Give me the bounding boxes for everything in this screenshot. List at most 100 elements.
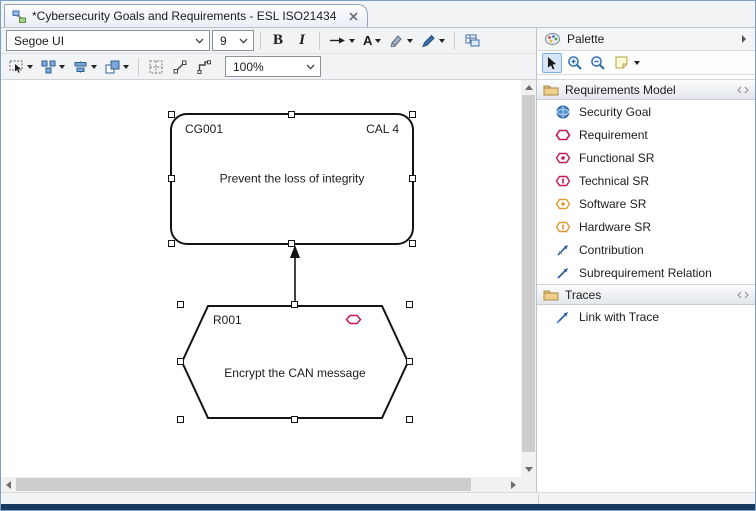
italic-button[interactable]: I [291,30,313,52]
vertical-scrollbar-thumb[interactable] [522,95,535,452]
editor-tab[interactable]: *Cybersecurity Goals and Requirements - … [4,4,368,27]
link-with-trace-icon [554,309,571,325]
requirement-icon [554,127,571,143]
oblique-router-icon [173,60,187,74]
scroll-left-icon[interactable] [1,477,16,492]
dropdown-icon [407,39,413,43]
grid-button[interactable] [145,56,167,78]
palette-item-contribution[interactable]: Contribution [537,238,755,261]
hardware-sr-icon [554,219,571,235]
font-color-label: A [363,33,372,48]
vertical-scrollbar[interactable] [521,80,536,477]
drawer-toggle-icon[interactable] [737,291,749,299]
oblique-router-button[interactable] [169,56,191,78]
contribution-icon [554,242,571,258]
palette-item-subrequirement-relation[interactable]: Subrequirement Relation [537,261,755,284]
palette-item-hardware-sr[interactable]: Hardware SR [537,215,755,238]
selection-handle[interactable] [409,175,416,182]
palette-item-label: Security Goal [579,105,651,119]
palette-item-label: Requirement [579,128,648,142]
app-window: *Cybersecurity Goals and Requirements - … [0,0,756,511]
selection-handle[interactable] [291,416,298,423]
bold-button[interactable]: B [267,30,289,52]
diagram-canvas[interactable]: CG001 CAL 4 Prevent the loss of integrit… [1,80,536,492]
horizontal-scrollbar[interactable] [1,477,521,492]
palette-header[interactable]: Palette [537,28,755,51]
select-tool[interactable] [542,53,562,73]
toolbar-separator [319,32,320,50]
fill-color-button[interactable] [386,30,416,52]
status-bar [1,492,755,504]
palette-item-label: Functional SR [579,151,654,165]
font-size-select[interactable]: 9 [212,30,254,51]
drawer-label: Traces [565,288,601,302]
requirement-shape[interactable]: R001 Encrypt the CAN message [181,305,409,419]
scroll-right-icon[interactable] [506,477,521,492]
scroll-up-icon[interactable] [521,80,536,95]
selection-handle[interactable] [177,358,184,365]
align-icon [73,60,88,74]
palette-item-label: Software SR [579,197,646,211]
window-bottom-border [1,504,755,510]
selection-handle[interactable] [406,301,413,308]
font-family-select[interactable]: Segoe UI [6,30,210,51]
selection-handle[interactable] [409,240,416,247]
selection-handle[interactable] [168,111,175,118]
order-icon [105,60,120,74]
dropdown-icon[interactable] [634,61,640,65]
selection-handle[interactable] [409,111,416,118]
palette-item-software-sr[interactable]: Software SR [537,192,755,215]
software-sr-icon [554,196,571,212]
rectilinear-router-icon [197,60,211,74]
selection-handle[interactable] [406,358,413,365]
zoom-select[interactable]: 100% [225,56,321,77]
folder-icon [543,288,559,302]
close-icon[interactable] [349,12,358,21]
selection-handle[interactable] [177,416,184,423]
palette-item-link-with-trace[interactable]: Link with Trace [537,305,755,328]
order-button[interactable] [102,56,132,78]
palette-item-label: Technical SR [579,174,649,188]
selection-handle[interactable] [168,240,175,247]
horizontal-scrollbar-thumb[interactable] [16,478,471,491]
palette-item-requirement[interactable]: Requirement [537,123,755,146]
selection-handle[interactable] [168,175,175,182]
palette-item-security-goal[interactable]: Security Goal [537,100,755,123]
selection-handle[interactable] [288,111,295,118]
align-button[interactable] [70,56,100,78]
copy-appearance-button[interactable] [461,30,483,52]
palette-panel: Palette [537,28,755,492]
chevron-down-icon [239,38,248,44]
drawer-requirements-model[interactable]: Requirements Model [537,79,755,100]
palette-item-technical-sr[interactable]: Technical SR [537,169,755,192]
bold-label: B [273,32,283,49]
security-goal-shape[interactable]: CG001 CAL 4 Prevent the loss of integrit… [170,113,414,245]
contribution-connection[interactable] [288,245,302,306]
arrange-all-button[interactable] [38,56,68,78]
selection-handle[interactable] [177,301,184,308]
drawer-toggle-icon[interactable] [737,86,749,94]
selection-handle[interactable] [288,240,295,247]
note-tool[interactable] [611,53,631,73]
fill-color-icon [389,34,404,48]
zoom-out-tool[interactable] [588,53,608,73]
font-family-value: Segoe UI [14,34,64,48]
font-color-button[interactable]: A [360,30,384,52]
collapse-palette-icon[interactable] [741,34,747,44]
scroll-down-icon[interactable] [521,462,536,477]
zoom-in-tool[interactable] [565,53,585,73]
diagram-toolbar: 100% [1,54,536,80]
line-color-button[interactable] [418,30,448,52]
palette-item-functional-sr[interactable]: Functional SR [537,146,755,169]
selection-handle[interactable] [406,416,413,423]
drawer-traces[interactable]: Traces [537,284,755,305]
dropdown-icon [123,65,129,69]
requirement-hexagon [181,305,409,419]
marquee-select-icon [9,60,24,74]
select-tool-icon [547,56,558,70]
rectilinear-router-button[interactable] [193,56,215,78]
selection-handle[interactable] [291,301,298,308]
grid-icon [149,60,163,74]
arrow-style-button[interactable] [326,30,358,52]
marquee-select-button[interactable] [6,56,36,78]
